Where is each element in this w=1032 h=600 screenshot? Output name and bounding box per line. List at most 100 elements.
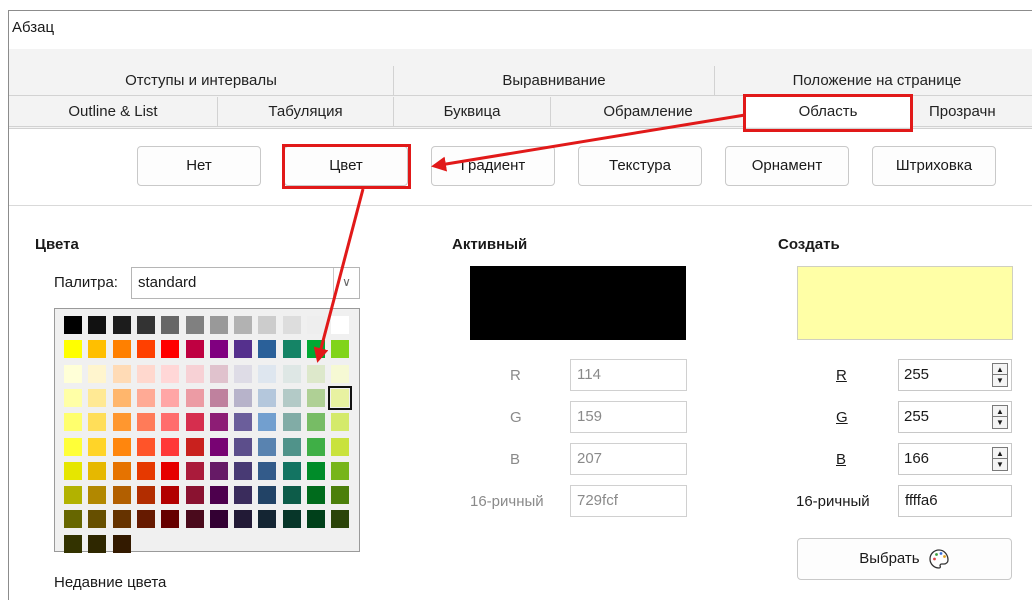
color-swatch[interactable] (307, 413, 325, 432)
color-swatch[interactable] (282, 510, 301, 529)
color-swatch[interactable] (234, 437, 253, 456)
color-swatch[interactable] (136, 510, 155, 529)
color-swatch[interactable] (64, 486, 82, 505)
tab-tabs[interactable]: Табуляция (218, 97, 394, 127)
color-swatch[interactable] (136, 388, 155, 407)
tab-transparency[interactable]: Прозрачн (911, 97, 1032, 127)
color-swatch[interactable] (234, 316, 253, 334)
color-swatch[interactable] (185, 316, 204, 334)
color-swatch[interactable] (307, 437, 325, 456)
color-swatch[interactable] (185, 437, 204, 456)
color-swatch[interactable] (209, 510, 228, 529)
color-swatch[interactable] (64, 340, 82, 359)
color-swatch[interactable] (112, 437, 131, 456)
color-swatch[interactable] (258, 461, 277, 480)
color-swatch[interactable] (64, 461, 82, 480)
color-swatch[interactable] (161, 340, 180, 359)
color-swatch[interactable] (64, 510, 82, 529)
spin-buttons-icon[interactable]: ▲ ▼ (992, 405, 1008, 429)
color-swatch[interactable] (88, 388, 107, 407)
color-swatch[interactable] (307, 461, 325, 480)
color-swatch[interactable] (185, 486, 204, 505)
color-swatch[interactable] (161, 486, 180, 505)
pattern-button[interactable]: Орнамент (725, 146, 849, 186)
chevron-down-icon[interactable]: ∨ (333, 268, 359, 298)
color-swatch[interactable] (64, 364, 82, 383)
color-swatch[interactable] (307, 316, 325, 334)
color-swatch[interactable] (258, 510, 277, 529)
color-swatch[interactable] (88, 316, 107, 334)
color-swatch[interactable] (307, 486, 325, 505)
color-swatch[interactable] (185, 413, 204, 432)
color-swatch[interactable] (209, 316, 228, 334)
color-swatch[interactable] (136, 364, 155, 383)
gradient-button[interactable]: Градиент (431, 146, 555, 186)
color-swatch[interactable] (161, 510, 180, 529)
color-swatch[interactable] (112, 534, 131, 553)
color-swatch[interactable] (161, 364, 180, 383)
color-swatch[interactable] (258, 316, 277, 334)
new-r-spinner[interactable]: 255 ▲ ▼ (898, 359, 1012, 391)
hatching-button[interactable]: Штриховка (872, 146, 996, 186)
color-swatch[interactable] (112, 486, 131, 505)
color-swatch[interactable] (136, 316, 155, 334)
color-swatch[interactable] (64, 534, 82, 553)
color-swatch[interactable] (112, 413, 131, 432)
color-swatch[interactable] (282, 413, 301, 432)
color-button[interactable]: Цвет (284, 146, 408, 186)
color-swatch[interactable] (88, 461, 107, 480)
color-swatch[interactable] (185, 388, 204, 407)
color-swatch[interactable] (234, 510, 253, 529)
color-swatch[interactable] (112, 340, 131, 359)
color-swatch[interactable] (234, 364, 253, 383)
color-swatch[interactable] (282, 437, 301, 456)
color-swatch[interactable] (307, 388, 325, 407)
color-swatch[interactable] (282, 316, 301, 334)
color-swatch[interactable] (112, 388, 131, 407)
palette-select[interactable]: standard ∨ (131, 267, 360, 299)
color-swatch[interactable] (331, 486, 350, 505)
color-swatch[interactable] (136, 461, 155, 480)
color-swatch[interactable] (282, 388, 301, 407)
color-swatch[interactable] (185, 340, 204, 359)
color-swatch[interactable] (307, 510, 325, 529)
color-swatch[interactable] (331, 461, 350, 480)
color-swatch[interactable] (331, 316, 350, 334)
color-swatch[interactable] (258, 413, 277, 432)
color-swatch[interactable] (64, 437, 82, 456)
color-swatch[interactable] (258, 388, 277, 407)
color-swatch[interactable] (282, 364, 301, 383)
color-swatch[interactable] (161, 413, 180, 432)
color-swatch[interactable] (161, 388, 180, 407)
color-swatch[interactable] (328, 385, 353, 410)
color-swatch[interactable] (331, 364, 350, 383)
color-swatch[interactable] (64, 316, 82, 334)
color-swatch[interactable] (161, 316, 180, 334)
color-swatch[interactable] (209, 461, 228, 480)
color-swatch[interactable] (331, 510, 350, 529)
color-swatch[interactable] (112, 316, 131, 334)
color-swatch[interactable] (258, 340, 277, 359)
color-swatch[interactable] (112, 364, 131, 383)
color-swatch[interactable] (234, 461, 253, 480)
color-swatch[interactable] (88, 510, 107, 529)
tab-area[interactable]: Область (746, 97, 911, 127)
tab-alignment[interactable]: Выравнивание (394, 66, 715, 96)
color-swatch[interactable] (88, 364, 107, 383)
color-swatch[interactable] (88, 486, 107, 505)
texture-button[interactable]: Текстура (578, 146, 702, 186)
color-swatch[interactable] (136, 413, 155, 432)
color-swatch[interactable] (331, 413, 350, 432)
color-swatch[interactable] (258, 486, 277, 505)
color-swatch[interactable] (258, 437, 277, 456)
color-swatch[interactable] (88, 437, 107, 456)
tab-outline-list[interactable]: Outline & List (9, 97, 218, 127)
tab-borders[interactable]: Обрамление (551, 97, 746, 127)
color-swatch[interactable] (307, 364, 325, 383)
color-swatch[interactable] (209, 413, 228, 432)
spin-buttons-icon[interactable]: ▲ ▼ (992, 363, 1008, 387)
color-swatch[interactable] (88, 413, 107, 432)
color-swatch[interactable] (234, 413, 253, 432)
pick-button[interactable]: Выбрать (797, 538, 1012, 580)
tab-indents-spacing[interactable]: Отступы и интервалы (9, 66, 394, 96)
